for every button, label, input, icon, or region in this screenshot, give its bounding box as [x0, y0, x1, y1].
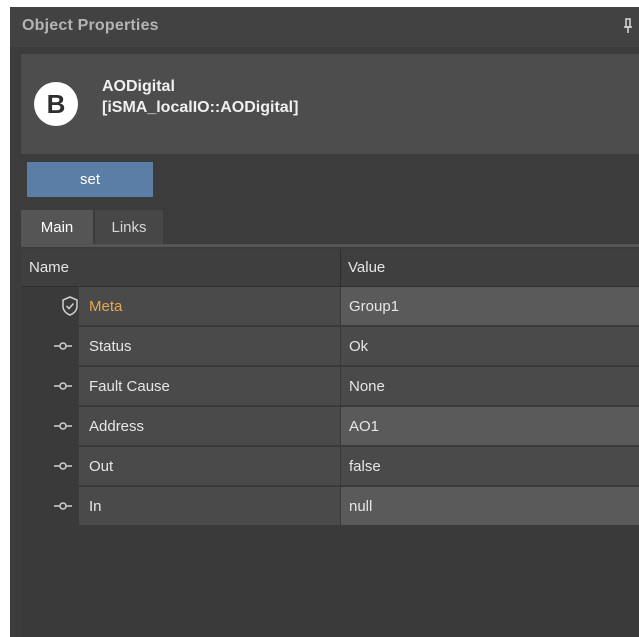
- property-name-cell: Status: [79, 327, 340, 366]
- properties-grid: Name Value Meta Group1 Status Ok Fault C…: [21, 249, 639, 637]
- shield-icon: [62, 296, 78, 316]
- column-header-value[interactable]: Value: [348, 259, 385, 276]
- panel-title: Object Properties: [22, 17, 159, 34]
- property-name: Meta: [89, 298, 123, 315]
- property-value[interactable]: null: [349, 498, 372, 515]
- object-header: B AODigital [iSMA_localIO::AODigital]: [21, 54, 639, 154]
- tab-main[interactable]: Main: [21, 210, 93, 244]
- table-row[interactable]: Meta Group1: [21, 287, 639, 326]
- table-row[interactable]: Fault Cause None: [21, 367, 639, 406]
- object-type-badge-icon: B: [34, 82, 78, 126]
- row-gutter: [21, 447, 79, 486]
- object-properties-panel: Object Properties B AODigital [iSMA_loca…: [10, 7, 639, 637]
- row-gutter: [21, 327, 79, 366]
- row-gutter: [21, 407, 79, 446]
- property-name: In: [89, 498, 102, 515]
- property-value-cell[interactable]: Group1: [341, 287, 639, 326]
- object-name: AODigital: [102, 78, 175, 95]
- table-row[interactable]: In null: [21, 487, 639, 526]
- property-name: Out: [89, 458, 114, 475]
- set-button[interactable]: set: [27, 162, 153, 197]
- property-value[interactable]: Ok: [349, 338, 368, 355]
- row-gutter: [21, 367, 79, 406]
- row-gutter: [21, 287, 79, 326]
- slot-link-icon: [54, 342, 72, 350]
- property-name: Fault Cause: [89, 378, 170, 395]
- property-name: Address: [89, 418, 145, 435]
- table-row[interactable]: Address AO1: [21, 407, 639, 446]
- property-name: Status: [89, 338, 132, 355]
- property-value-cell[interactable]: Ok: [341, 327, 639, 366]
- slot-link-icon: [54, 502, 72, 510]
- pin-icon[interactable]: [623, 17, 633, 35]
- property-value[interactable]: None: [349, 378, 385, 395]
- tab-strip-divider: [21, 244, 639, 247]
- property-name-cell: In: [79, 487, 340, 526]
- slot-link-icon: [54, 422, 72, 430]
- row-gutter: [21, 487, 79, 526]
- panel-titlebar: Object Properties: [10, 7, 639, 47]
- object-type: [iSMA_localIO::AODigital]: [102, 99, 299, 116]
- property-value-cell[interactable]: AO1: [341, 407, 639, 446]
- grid-header: Name Value: [21, 249, 639, 287]
- property-value-cell[interactable]: false: [341, 447, 639, 486]
- property-value[interactable]: Group1: [349, 298, 399, 315]
- slot-link-icon: [54, 462, 72, 470]
- property-name-cell: Meta: [79, 287, 340, 326]
- property-value-cell[interactable]: None: [341, 367, 639, 406]
- property-name-cell: Out: [79, 447, 340, 486]
- property-value-cell[interactable]: null: [341, 487, 639, 526]
- table-row[interactable]: Status Ok: [21, 327, 639, 366]
- tab-links[interactable]: Links: [95, 210, 163, 244]
- column-header-name[interactable]: Name: [29, 259, 69, 276]
- slot-link-icon: [54, 382, 72, 390]
- table-row[interactable]: Out false: [21, 447, 639, 486]
- property-name-cell: Fault Cause: [79, 367, 340, 406]
- property-name-cell: Address: [79, 407, 340, 446]
- property-value[interactable]: false: [349, 458, 381, 475]
- property-value[interactable]: AO1: [349, 418, 379, 435]
- column-divider[interactable]: [340, 249, 341, 286]
